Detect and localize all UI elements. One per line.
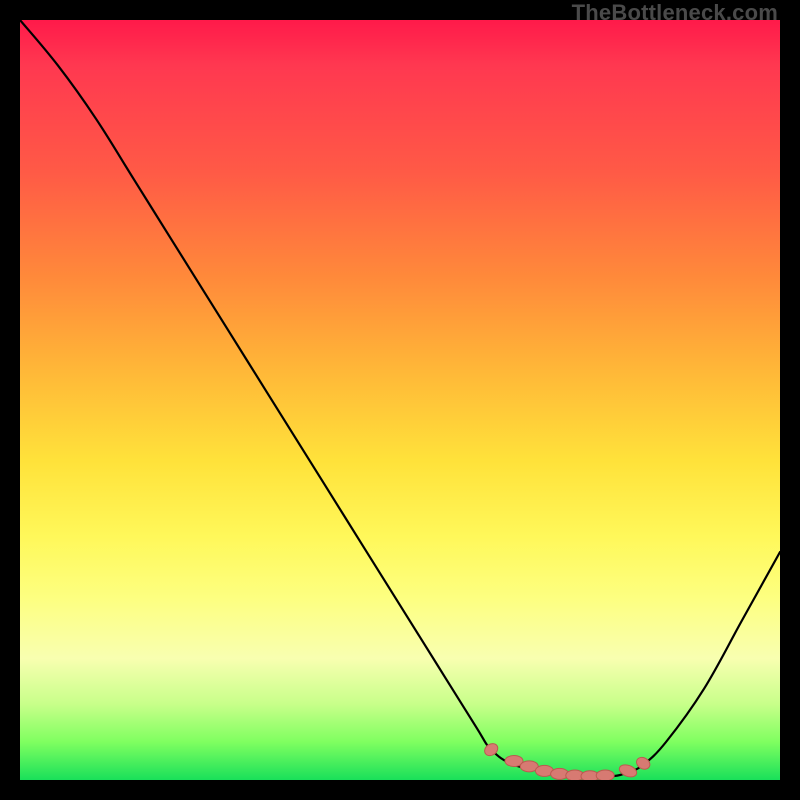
- optimal-marker: [618, 763, 639, 779]
- optimal-range-markers: [482, 741, 652, 780]
- bottleneck-curve: [20, 20, 780, 777]
- chart-frame: [20, 20, 780, 780]
- chart-svg: [20, 20, 780, 780]
- optimal-marker: [596, 770, 614, 780]
